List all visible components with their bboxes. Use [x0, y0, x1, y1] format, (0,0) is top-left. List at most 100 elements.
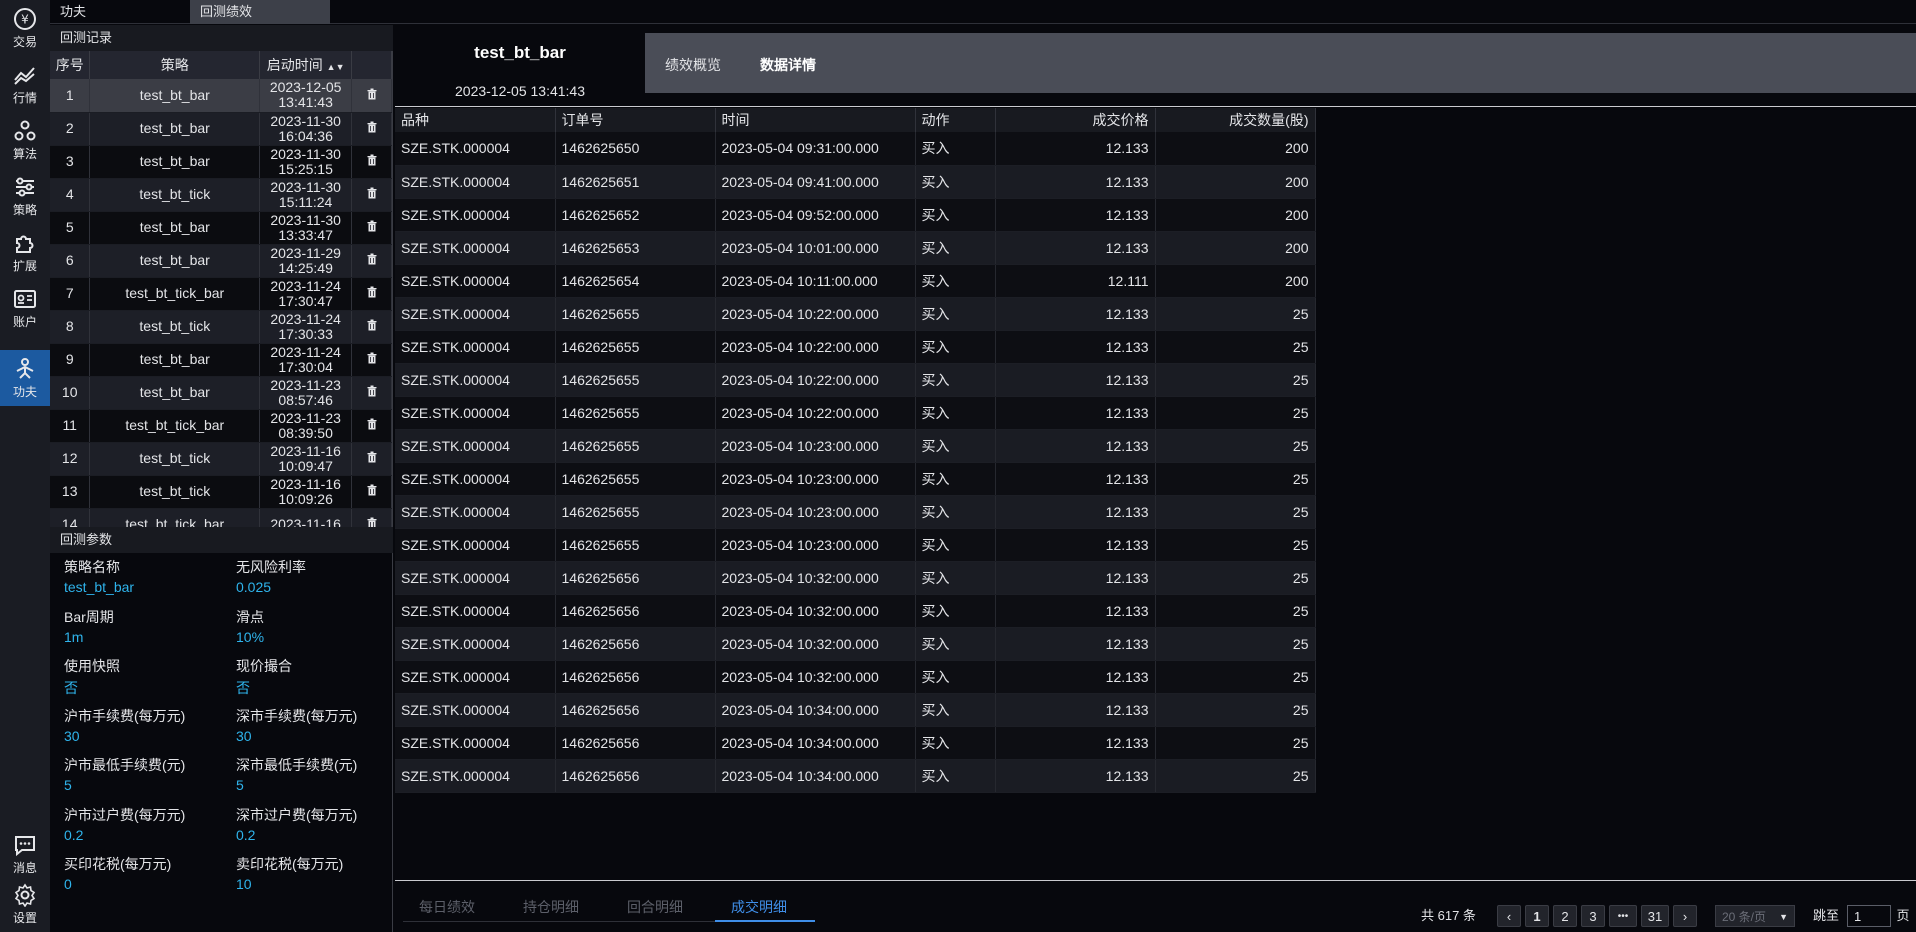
delete-button[interactable]	[351, 211, 392, 245]
page-button[interactable]: 2	[1553, 905, 1577, 927]
delete-button[interactable]	[351, 277, 392, 311]
record-row[interactable]: 8 test_bt_tick 2023-11-24 17:30:33	[50, 310, 392, 344]
trade-row[interactable]: SZE.STK.000004 1462625655 2023-05-04 10:22…	[395, 330, 1316, 364]
col-header-time[interactable]: 时间	[715, 108, 916, 132]
col-header-order-id[interactable]: 订单号	[555, 108, 716, 132]
col-header-strategy[interactable]: 策略	[89, 51, 261, 79]
record-row[interactable]: 7 test_bt_tick_bar 2023-11-24 17:30:47	[50, 277, 392, 311]
record-row[interactable]: 9 test_bt_bar 2023-11-24 17:30:04	[50, 343, 392, 377]
nav-item-settings[interactable]: 设置	[0, 876, 50, 932]
record-row[interactable]: 6 test_bt_bar 2023-11-29 14:25:49	[50, 244, 392, 278]
page-button[interactable]: 31	[1641, 905, 1669, 927]
tab-daily-performance[interactable]: 每日绩效	[419, 897, 475, 917]
trade-row[interactable]: SZE.STK.000004 1462625655 2023-05-04 10:22…	[395, 297, 1316, 331]
record-start-time: 2023-11-16 10:09:47	[259, 442, 353, 476]
trade-time: 2023-05-04 10:22:00.000	[715, 297, 916, 331]
tab-backtest-performance[interactable]: 回测绩效	[190, 0, 330, 24]
nav-item-market[interactable]: 行情	[0, 56, 50, 112]
delete-button[interactable]	[351, 310, 392, 344]
trade-symbol: SZE.STK.000004	[395, 429, 556, 463]
tab-data-detail[interactable]: 数据详情	[760, 55, 816, 75]
delete-button[interactable]	[351, 79, 392, 113]
trade-row[interactable]: SZE.STK.000004 1462625655 2023-05-04 10:23…	[395, 462, 1316, 496]
nav-label: 消息	[12, 860, 37, 875]
delete-button[interactable]	[351, 343, 392, 377]
record-time: 17:30:04	[278, 358, 333, 375]
page-button[interactable]: 3	[1581, 905, 1605, 927]
page-button[interactable]: 1	[1525, 905, 1549, 927]
record-row[interactable]: 4 test_bt_tick 2023-11-30 15:11:24	[50, 178, 392, 212]
record-start-time: 2023-11-16 10:09:26	[259, 475, 353, 509]
nav-item-kungfu[interactable]: 功夫	[0, 350, 50, 406]
trade-row[interactable]: SZE.STK.000004 1462625655 2023-05-04 10:22…	[395, 363, 1316, 397]
delete-button[interactable]	[351, 442, 392, 476]
record-row[interactable]: 12 test_bt_tick 2023-11-16 10:09:47	[50, 442, 392, 476]
page-size-select[interactable]: 20 条/页 ▼	[1715, 905, 1795, 927]
delete-button[interactable]	[351, 508, 392, 527]
trade-row[interactable]: SZE.STK.000004 1462625656 2023-05-04 10:34…	[395, 693, 1316, 727]
sort-icon[interactable]: ▲▼	[327, 62, 345, 72]
trade-row[interactable]: SZE.STK.000004 1462625656 2023-05-04 10:34…	[395, 726, 1316, 760]
delete-button[interactable]	[351, 475, 392, 509]
page-ellipsis-button[interactable]: •••	[1609, 905, 1637, 927]
trade-row[interactable]: SZE.STK.000004 1462625653 2023-05-04 10:01…	[395, 231, 1316, 265]
nav-item-account[interactable]: 账户	[0, 280, 50, 336]
nav-item-extension[interactable]: 扩展	[0, 224, 50, 280]
trade-row[interactable]: SZE.STK.000004 1462625654 2023-05-04 10:11…	[395, 264, 1316, 298]
delete-button[interactable]	[351, 409, 392, 443]
delete-button[interactable]	[351, 376, 392, 410]
delete-button[interactable]	[351, 145, 392, 179]
col-header-action[interactable]: 动作	[915, 108, 996, 132]
trade-row[interactable]: SZE.STK.000004 1462625656 2023-05-04 10:32…	[395, 627, 1316, 661]
trade-row[interactable]: SZE.STK.000004 1462625656 2023-05-04 10:34…	[395, 759, 1316, 793]
trade-row[interactable]: SZE.STK.000004 1462625656 2023-05-04 10:32…	[395, 561, 1316, 595]
col-header-symbol[interactable]: 品种	[395, 108, 556, 132]
tab-trade-detail[interactable]: 成交明细	[731, 897, 787, 917]
goto-page-input[interactable]: 1	[1847, 905, 1891, 927]
trade-row[interactable]: SZE.STK.000004 1462625655 2023-05-04 10:23…	[395, 528, 1316, 562]
tab-performance-overview[interactable]: 绩效概览	[665, 55, 721, 75]
trash-icon	[366, 87, 378, 103]
record-row[interactable]: 11 test_bt_tick_bar 2023-11-23 08:39:50	[50, 409, 392, 443]
delete-button[interactable]	[351, 178, 392, 212]
record-time: 13:33:47	[278, 226, 333, 243]
trade-time: 2023-05-04 10:11:00.000	[715, 264, 916, 298]
record-row[interactable]: 3 test_bt_bar 2023-11-30 15:25:15	[50, 145, 392, 179]
trade-row[interactable]: SZE.STK.000004 1462625650 2023-05-04 09:31…	[395, 132, 1316, 166]
record-strategy: test_bt_bar	[89, 376, 261, 410]
nav-item-algorithm[interactable]: 算法	[0, 112, 50, 168]
trade-row[interactable]: SZE.STK.000004 1462625652 2023-05-04 09:52…	[395, 198, 1316, 232]
trade-row[interactable]: SZE.STK.000004 1462625655 2023-05-04 10:22…	[395, 396, 1316, 430]
record-row[interactable]: 13 test_bt_tick 2023-11-16 10:09:26	[50, 475, 392, 509]
nav-item-trade[interactable]: ¥ 交易	[0, 0, 50, 56]
nav-item-strategy[interactable]: 策略	[0, 168, 50, 224]
tab-position-detail[interactable]: 持仓明细	[523, 897, 579, 917]
col-header-price[interactable]: 成交价格	[995, 108, 1156, 132]
delete-button[interactable]	[351, 112, 392, 146]
tab-round-detail[interactable]: 回合明细	[627, 897, 683, 917]
record-row[interactable]: 5 test_bt_bar 2023-11-30 13:33:47	[50, 211, 392, 245]
trade-row[interactable]: SZE.STK.000004 1462625656 2023-05-04 10:32…	[395, 594, 1316, 628]
delete-button[interactable]	[351, 244, 392, 278]
col-header-no[interactable]: 序号	[50, 51, 91, 79]
trade-price: 12.133	[995, 165, 1156, 199]
record-strategy: test_bt_tick_bar	[89, 409, 261, 443]
record-row[interactable]: 14 test_bt_tick_bar 2023-11-16	[50, 508, 392, 527]
trade-order-id: 1462625655	[555, 330, 716, 364]
record-start-time: 2023-11-24 17:30:04	[259, 343, 353, 377]
trade-row[interactable]: SZE.STK.000004 1462625655 2023-05-04 10:23…	[395, 495, 1316, 529]
prev-page-button[interactable]: ‹	[1497, 905, 1521, 927]
col-header-start-time[interactable]: 启动时间 ▲▼	[259, 51, 353, 79]
trade-row[interactable]: SZE.STK.000004 1462625656 2023-05-04 10:32…	[395, 660, 1316, 694]
record-row[interactable]: 10 test_bt_bar 2023-11-23 08:57:46	[50, 376, 392, 410]
trade-symbol: SZE.STK.000004	[395, 363, 556, 397]
nav-item-message[interactable]: 消息	[0, 826, 50, 882]
col-header-volume[interactable]: 成交数量(股)	[1155, 108, 1316, 132]
record-no: 14	[50, 508, 91, 527]
record-row[interactable]: 2 test_bt_bar 2023-11-30 16:04:36	[50, 112, 392, 146]
record-row[interactable]: 1 test_bt_bar 2023-12-05 13:41:43	[50, 79, 392, 113]
trade-row[interactable]: SZE.STK.000004 1462625655 2023-05-04 10:23…	[395, 429, 1316, 463]
tab-kungfu[interactable]: 功夫	[50, 0, 190, 24]
next-page-button[interactable]: ›	[1673, 905, 1697, 927]
trade-row[interactable]: SZE.STK.000004 1462625651 2023-05-04 09:41…	[395, 165, 1316, 199]
